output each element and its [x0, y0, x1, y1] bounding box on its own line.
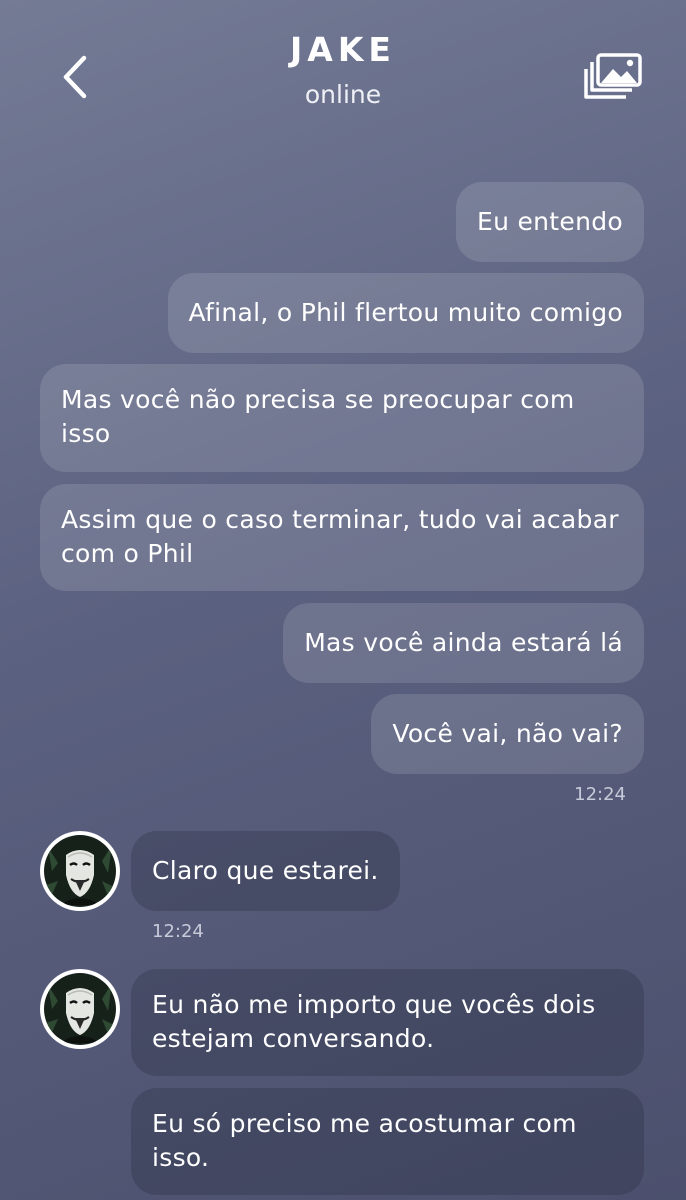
gallery-icon: [584, 53, 642, 99]
message-text: Afinal, o Phil flertou muito comigo: [188, 298, 623, 327]
message-timestamp: 12:24: [152, 921, 204, 942]
chat-header: JAKE online: [0, 0, 686, 130]
avatar[interactable]: [40, 831, 120, 911]
message-incoming: Eu não me importo que vocês dois estejam…: [131, 969, 644, 1076]
message-incoming: Eu só preciso me acostumar com isso.: [131, 1088, 644, 1195]
message-text: Eu entendo: [476, 207, 623, 236]
message-text: Claro que estarei.: [152, 856, 379, 885]
mask-avatar-icon: [44, 835, 116, 907]
message-incoming: Claro que estarei.: [131, 831, 400, 911]
message-text: Mas você não precisa se preocupar com is…: [61, 385, 575, 448]
message-text: Eu só preciso me acostumar com isso.: [152, 1109, 577, 1172]
avatar[interactable]: [40, 969, 120, 1049]
message-outgoing: Assim que o caso terminar, tudo vai acab…: [40, 484, 644, 591]
message-text: Eu não me importo que vocês dois estejam…: [152, 990, 596, 1053]
message-outgoing: Eu entendo: [455, 182, 644, 262]
message-timestamp: 12:24: [574, 784, 626, 805]
gallery-button[interactable]: [584, 52, 644, 102]
message-text: Você vai, não vai?: [392, 719, 623, 748]
message-outgoing: Afinal, o Phil flertou muito comigo: [167, 273, 644, 353]
message-outgoing: Mas você ainda estará lá: [283, 603, 644, 683]
message-outgoing: Mas você não precisa se preocupar com is…: [40, 364, 644, 472]
mask-avatar-icon: [44, 973, 116, 1045]
message-text: Mas você ainda estará lá: [304, 628, 623, 657]
message-text: Assim que o caso terminar, tudo vai acab…: [61, 505, 619, 568]
message-outgoing: Você vai, não vai?: [371, 694, 644, 774]
